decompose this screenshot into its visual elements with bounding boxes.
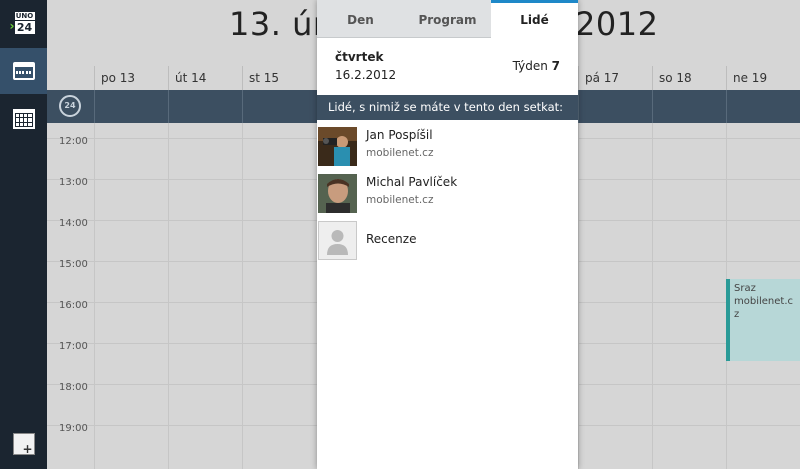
default-avatar-icon bbox=[318, 221, 357, 260]
month-view-icon bbox=[12, 109, 35, 129]
day-header-mon[interactable]: po 13 bbox=[94, 66, 168, 90]
tab-program[interactable]: Program bbox=[404, 0, 491, 38]
avatar bbox=[318, 127, 357, 166]
day-detail-panel: Den Program Lidé čtvrtek 16.2.2012 Týden… bbox=[317, 0, 578, 469]
calendar-title-right: 2012 bbox=[575, 5, 659, 43]
person-item[interactable]: Jan Pospíšil mobilenet.cz bbox=[317, 124, 578, 168]
date-info: čtvrtek 16.2.2012 Týden 7 bbox=[317, 38, 578, 90]
event-title: Sraz bbox=[734, 283, 756, 294]
person-detail: mobilenet.cz bbox=[366, 194, 434, 206]
today-icon-day: 24 bbox=[14, 20, 35, 34]
hour-label: 15:00 bbox=[59, 259, 88, 270]
person-name: Michal Pavlíček bbox=[366, 175, 458, 189]
week-number-label: Týden 7 bbox=[513, 59, 560, 73]
arrow-right-icon: › bbox=[9, 19, 15, 33]
event-title-line3: z bbox=[734, 309, 740, 320]
hour-label: 19:00 bbox=[59, 423, 88, 434]
hour-label: 18:00 bbox=[59, 382, 88, 393]
sidebar: ÚNO 24 › bbox=[0, 0, 47, 469]
day-header-sun[interactable]: ne 19 bbox=[726, 66, 800, 90]
month-view-button[interactable] bbox=[0, 96, 47, 142]
week-prefix: Týden bbox=[512, 59, 548, 73]
hour-label: 14:00 bbox=[59, 218, 88, 229]
avatar bbox=[318, 174, 357, 213]
add-event-icon bbox=[12, 433, 35, 456]
today-icon-month: ÚNO bbox=[14, 12, 35, 20]
calendar-event[interactable]: Sraz mobilenet.c z bbox=[726, 279, 800, 361]
day-name: čtvrtek bbox=[335, 50, 384, 64]
week-view-icon bbox=[12, 62, 35, 80]
panel-tabs: Den Program Lidé bbox=[317, 0, 578, 38]
people-section-header: Lidé, s nimiž se máte v tento den setkat… bbox=[317, 95, 578, 120]
hour-label: 13:00 bbox=[59, 177, 88, 188]
person-item[interactable]: Michal Pavlíček mobilenet.cz bbox=[317, 171, 578, 215]
tab-lide[interactable]: Lidé bbox=[491, 0, 578, 38]
person-name: Jan Pospíšil bbox=[366, 128, 433, 142]
tab-den[interactable]: Den bbox=[317, 0, 404, 38]
hour-label: 17:00 bbox=[59, 341, 88, 352]
day-header-sat[interactable]: so 18 bbox=[652, 66, 726, 90]
day-header-tue[interactable]: út 14 bbox=[168, 66, 242, 90]
person-name: Recenze bbox=[366, 232, 417, 246]
person-item[interactable]: Recenze bbox=[317, 218, 578, 262]
hour-label: 16:00 bbox=[59, 300, 88, 311]
timezone-24h-icon[interactable]: 24 bbox=[59, 95, 81, 117]
week-number: 7 bbox=[551, 59, 560, 73]
week-view-button[interactable] bbox=[0, 48, 47, 94]
day-header-wed[interactable]: st 15 bbox=[242, 66, 316, 90]
today-button[interactable]: ÚNO 24 › bbox=[0, 0, 47, 46]
calendar-today-icon: ÚNO 24 › bbox=[9, 11, 36, 35]
hour-label: 12:00 bbox=[59, 136, 88, 147]
add-event-button[interactable] bbox=[0, 421, 47, 467]
event-title-line2: mobilenet.c bbox=[734, 296, 794, 307]
date-value: 16.2.2012 bbox=[335, 68, 397, 82]
day-header-fri[interactable]: pá 17 bbox=[578, 66, 652, 90]
person-detail: mobilenet.cz bbox=[366, 147, 434, 159]
